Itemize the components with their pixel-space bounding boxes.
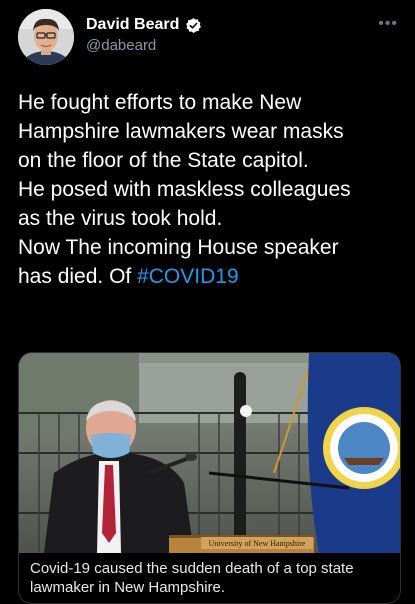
display-name[interactable]: David Beard — [86, 16, 179, 34]
display-name-row: David Beard — [86, 16, 202, 34]
avatar[interactable] — [18, 9, 74, 65]
tweet-text: He fought efforts to make New Hampshire … — [18, 88, 403, 291]
tweet-last-line: has died. Of #COVID19 — [18, 262, 403, 291]
verified-badge-icon — [185, 17, 202, 34]
tweet-line: Hampshire lawmakers wear masks — [18, 120, 344, 143]
more-options-icon[interactable]: ••• — [378, 15, 398, 33]
tweet-line-text: has died. Of — [18, 265, 138, 288]
tweet-line: He posed with maskless colleagues — [18, 178, 351, 201]
tweet-line: Now The incoming House speaker — [18, 236, 339, 259]
hashtag-link[interactable]: #COVID19 — [137, 265, 239, 288]
link-card[interactable]: University of New Hampshire Covid-19 cau… — [18, 352, 401, 604]
news-photo: University of New Hampshire — [19, 353, 400, 553]
author-names: David Beard @dabeard — [86, 16, 202, 54]
user-handle[interactable]: @dabeard — [86, 37, 202, 54]
tweet-header: David Beard @dabeard ••• — [18, 9, 398, 67]
tweet-line: as the virus took hold. — [18, 207, 223, 230]
profile-photo-icon — [18, 9, 74, 65]
tweet-line: He fought efforts to make New — [18, 91, 302, 114]
podium-sign: University of New Hampshire — [209, 539, 306, 548]
card-caption[interactable]: Covid-19 caused the sudden death of a to… — [19, 553, 400, 603]
tweet-line: on the floor of the State capitol. — [18, 149, 309, 172]
